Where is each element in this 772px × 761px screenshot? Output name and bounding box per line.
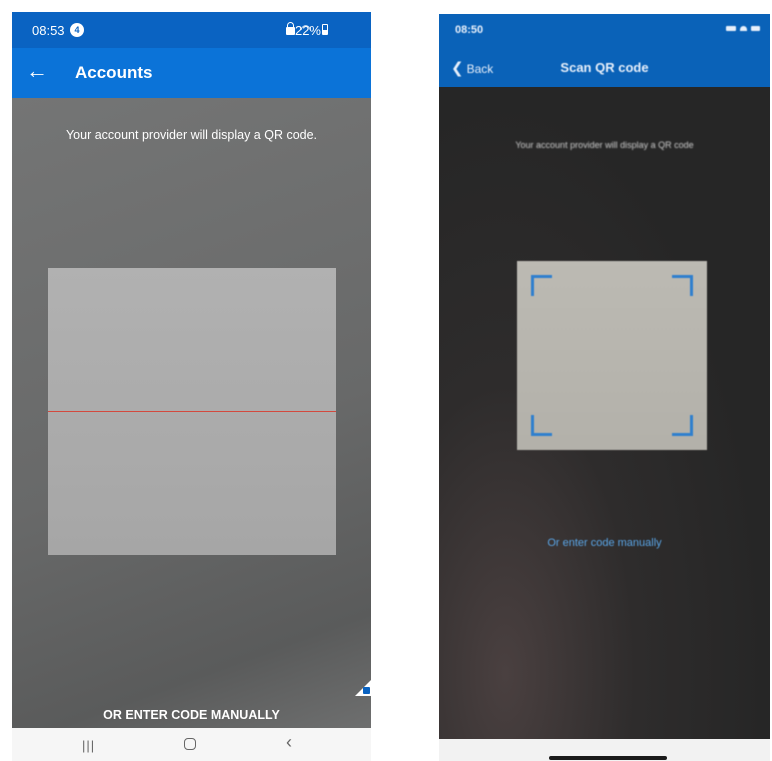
ios-header: 08:50 ❮ Back Scan QR code — [439, 14, 770, 87]
android-screen: 08:53 4 ◠ 22% ← Accounts Your account pr… — [12, 12, 371, 761]
lock-icon — [285, 22, 295, 35]
enter-code-manually-link[interactable]: Or enter code manually — [439, 537, 770, 549]
status-time: 08:50 — [455, 24, 484, 36]
corner-bracket-bottom-right — [672, 415, 693, 436]
battery-icon — [751, 26, 760, 31]
android-status-bar: 08:53 4 ◠ 22% — [12, 12, 371, 48]
recent-apps-icon[interactable]: ||| — [82, 738, 95, 753]
camera-viewfinder: Your account provider will display a QR … — [439, 87, 770, 739]
nav-back-icon[interactable]: ‹ — [286, 732, 292, 753]
android-navigation-bar: ||| ‹ — [12, 728, 371, 761]
enter-code-manually-button[interactable]: OR ENTER CODE MANUALLY — [12, 708, 371, 722]
arrow-left-icon[interactable]: ← — [26, 60, 48, 82]
qr-instruction-text: Your account provider will display a QR … — [65, 128, 318, 142]
qr-instruction-text: Your account provider will display a QR … — [515, 140, 694, 150]
qr-scan-area — [517, 261, 707, 450]
lock-badge-icon — [363, 687, 370, 694]
corner-bracket-top-left — [531, 275, 552, 296]
status-icons — [726, 26, 760, 31]
android-app-bar: ← Accounts — [12, 48, 371, 98]
status-time: 08:53 — [32, 23, 65, 38]
ios-screen: 08:50 ❮ Back Scan QR code Your account pr… — [439, 14, 770, 761]
battery-percent: 22% — [294, 23, 321, 38]
wifi-icon — [740, 26, 747, 31]
home-indicator[interactable] — [549, 756, 667, 760]
battery-icon — [322, 24, 328, 35]
camera-viewfinder: Your account provider will display a QR … — [12, 98, 371, 728]
home-indicator-area — [439, 739, 770, 761]
corner-bracket-top-right — [672, 275, 693, 296]
page-title: Accounts — [75, 63, 153, 82]
cellular-signal-icon — [726, 26, 736, 31]
screenshot-comparison: 08:53 4 ◠ 22% ← Accounts Your account pr… — [0, 0, 772, 761]
corner-bracket-bottom-left — [531, 415, 552, 436]
scan-line — [48, 411, 336, 412]
page-title: Scan QR code — [560, 60, 649, 75]
home-icon[interactable] — [184, 738, 196, 750]
notification-count-badge: 4 — [70, 23, 84, 37]
qr-scan-area — [48, 268, 336, 555]
